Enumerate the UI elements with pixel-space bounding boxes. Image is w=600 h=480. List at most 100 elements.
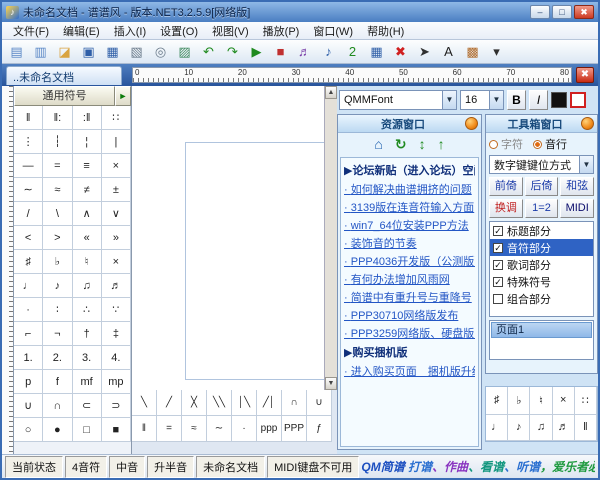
palette-cell[interactable]: ∵ [102, 298, 131, 322]
checkbox-icon[interactable]: ✓ [493, 260, 503, 270]
palette-cell[interactable]: ‖ [14, 106, 43, 130]
palette-cell[interactable]: = [43, 154, 72, 178]
italic-button[interactable]: I [529, 90, 548, 110]
palette-header-button[interactable]: 通用符号 [14, 86, 115, 106]
resource-link[interactable]: 3139版在连音符输入方面 [344, 198, 475, 216]
palette-cell[interactable]: × [102, 250, 131, 274]
toolbar-midi-button[interactable]: ♬ [293, 42, 316, 62]
palette-cell[interactable]: ⊂ [73, 394, 102, 418]
palette-cell[interactable]: ● [43, 418, 72, 442]
palette-cell[interactable]: f [43, 370, 72, 394]
palette-cell[interactable]: ∷ [102, 106, 131, 130]
palette-cell[interactable]: mf [73, 370, 102, 394]
toolbar-stop-button[interactable]: ■ [269, 42, 292, 62]
bottom-palette-cell[interactable]: ∼ [207, 416, 232, 442]
palette-cell[interactable]: ■ [102, 418, 131, 442]
bottom-palette-cell[interactable]: ╲╲ [207, 390, 232, 416]
color-swatch-black[interactable] [551, 92, 567, 108]
toolbar-print-preview-button[interactable]: ◎ [149, 42, 172, 62]
palette-cell[interactable]: ¦ [73, 130, 102, 154]
refresh-icon[interactable]: ↻ [395, 136, 407, 153]
toolbar-text-tool-button[interactable]: A [437, 42, 460, 62]
maximize-button[interactable]: □ [552, 5, 572, 19]
bottom-palette-cell[interactable]: ‖ [132, 416, 157, 442]
bottom-palette-cell[interactable]: ∪ [307, 390, 332, 416]
resource-section-header[interactable]: ▶论坛新贴（进入论坛）空间 [344, 160, 475, 180]
close-button[interactable]: ✖ [574, 5, 594, 19]
resource-link[interactable]: PPP3259网络版、硬盘版... [344, 324, 475, 342]
palette-cell[interactable]: ⊃ [102, 394, 131, 418]
palette-cell[interactable]: » [102, 226, 131, 250]
checkbox-row[interactable]: ✓歌词部分 [490, 256, 593, 273]
bottom-palette-cell[interactable]: ppp [257, 416, 282, 442]
toolbar-save-all-button[interactable]: ▦ [101, 42, 124, 62]
resource-link[interactable]: 有何办法增加风雨网 [344, 270, 475, 288]
toolbar-new-from-template-button[interactable]: ▥ [29, 42, 52, 62]
font-name-combobox[interactable]: QMMFont ▼ [339, 90, 457, 110]
toolbox-button[interactable]: MIDI [560, 199, 594, 218]
palette-cell[interactable]: ∴ [73, 298, 102, 322]
palette-cell[interactable]: ≠ [73, 178, 102, 202]
palette-cell[interactable]: « [73, 226, 102, 250]
toolbar-insert-note-button[interactable]: ♪ [317, 42, 340, 62]
menu-item[interactable]: 插入(I) [107, 22, 153, 40]
resource-link[interactable]: 如何解决曲谱拥挤的问题 [344, 180, 475, 198]
palette-cell[interactable]: > [43, 226, 72, 250]
chevron-down-icon[interactable]: ▼ [579, 156, 593, 173]
toolbar-grid-button[interactable]: ▦ [365, 42, 388, 62]
quick-symbol-cell[interactable]: ♬ [553, 415, 575, 442]
toolbox-button[interactable]: 和弦 [560, 177, 594, 196]
palette-cell[interactable]: ∼ [14, 178, 43, 202]
quick-symbol-cell[interactable]: ♫ [530, 415, 552, 442]
bottom-palette-cell[interactable]: = [157, 416, 182, 442]
toolbox-button[interactable]: 前倚 [489, 177, 523, 196]
toolbar-color-tool-button[interactable]: ▩ [461, 42, 484, 62]
bottom-palette-cell[interactable]: ≈ [182, 416, 207, 442]
quick-symbol-cell[interactable]: ♪ [508, 415, 530, 442]
quick-symbol-cell[interactable]: × [553, 387, 575, 415]
radio-option[interactable]: 字符 [489, 136, 523, 152]
bottom-palette-cell[interactable]: PPP [282, 416, 307, 442]
toolbar-save-button[interactable]: ▣ [77, 42, 100, 62]
palette-cell[interactable]: \ [43, 202, 72, 226]
toolbar-play-button[interactable]: ▶ [245, 42, 268, 62]
palette-cell[interactable]: ♮ [73, 250, 102, 274]
sort-icon[interactable]: ↕ [419, 136, 426, 152]
bottom-palette-cell[interactable]: ∩ [282, 390, 307, 416]
checkbox-row[interactable]: 组合部分 [490, 290, 593, 307]
palette-cell[interactable]: < [14, 226, 43, 250]
menu-item[interactable]: 帮助(H) [360, 22, 411, 40]
document-tab[interactable]: ..未命名文档 [6, 66, 122, 85]
palette-cell[interactable]: ♪ [43, 274, 72, 298]
menu-item[interactable]: 视图(V) [205, 22, 256, 40]
chevron-down-icon[interactable]: ▼ [489, 91, 503, 109]
palette-cell[interactable]: ∩ [43, 394, 72, 418]
panel-close-icon[interactable] [465, 117, 478, 130]
menu-item[interactable]: 设置(O) [153, 22, 205, 40]
quick-symbol-cell[interactable]: ♯ [486, 387, 508, 415]
toolbar-print-button[interactable]: ▧ [125, 42, 148, 62]
radio-selected[interactable]: 音行 [533, 136, 567, 152]
palette-cell[interactable]: p [14, 370, 43, 394]
toolbar-undo-button[interactable]: ↶ [197, 42, 220, 62]
palette-cell[interactable]: ∶ [43, 298, 72, 322]
palette-cell[interactable]: ○ [14, 418, 43, 442]
checkbox-icon[interactable]: ✓ [493, 243, 503, 253]
menu-item[interactable]: 编辑(E) [56, 22, 107, 40]
palette-cell[interactable]: :‖ [73, 106, 102, 130]
quick-symbol-cell[interactable]: ∷ [575, 387, 597, 415]
palette-cell[interactable]: ♭ [43, 250, 72, 274]
palette-cell[interactable]: 1. [14, 346, 43, 370]
palette-cell[interactable]: · [14, 298, 43, 322]
checkbox-row[interactable]: ✓标题部分 [490, 222, 593, 239]
palette-cell[interactable]: ♫ [73, 274, 102, 298]
palette-cell[interactable]: ∧ [73, 202, 102, 226]
scroll-up-icon[interactable]: ▲ [325, 86, 337, 99]
palette-cell[interactable]: ┆ [43, 130, 72, 154]
palette-cell[interactable]: ♬ [102, 274, 131, 298]
color-swatch-red[interactable] [570, 92, 586, 108]
palette-cell[interactable]: — [14, 154, 43, 178]
resource-link[interactable]: PPP4036开发版（公测版） [344, 252, 475, 270]
checkbox-row[interactable]: ✓音符部分 [490, 239, 593, 256]
toolbar-new-document-button[interactable]: ▤ [5, 42, 28, 62]
